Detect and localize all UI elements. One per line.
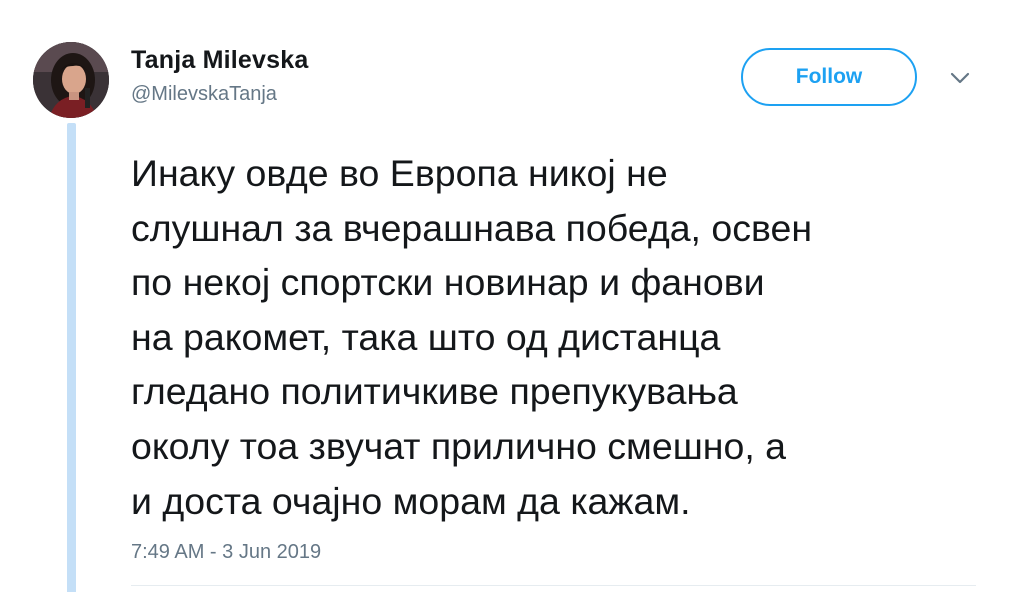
author-handle[interactable]: @MilevskaTanja [131, 83, 277, 106]
follow-button[interactable]: Follow [741, 48, 917, 106]
tweet-text-line: Инаку овде во Европа никој не [131, 152, 668, 194]
tweet-text-line: гледано политичкиве препукувања [131, 370, 738, 413]
divider [131, 585, 976, 586]
tweet-text: Инаку овде во Европа никој не слушнал за… [131, 146, 1011, 528]
tweet-text-line: по некој спортски новинар и фанови [131, 261, 765, 304]
tweet-card: Tanja Milevska @MilevskaTanja Follow Ина… [0, 0, 1024, 592]
tweet-text-line: слушнал за вчерашнава победа, освен [131, 206, 813, 249]
tweet-timestamp[interactable]: 7:49 AM - 3 Jun 2019 [131, 541, 321, 564]
avatar[interactable] [33, 42, 109, 118]
tweet-text-line: на ракомет, така што од дистанца [131, 315, 721, 358]
tweet-text-line: и доста очајно морам да кажам. [131, 479, 691, 522]
thread-line [67, 123, 76, 592]
avatar-photo [33, 42, 109, 118]
author-display-name[interactable]: Tanja Milevska [131, 46, 308, 75]
chevron-down-icon[interactable] [948, 68, 972, 88]
tweet-text-line: околу тоа звучат прилично смешно, а [131, 424, 787, 467]
